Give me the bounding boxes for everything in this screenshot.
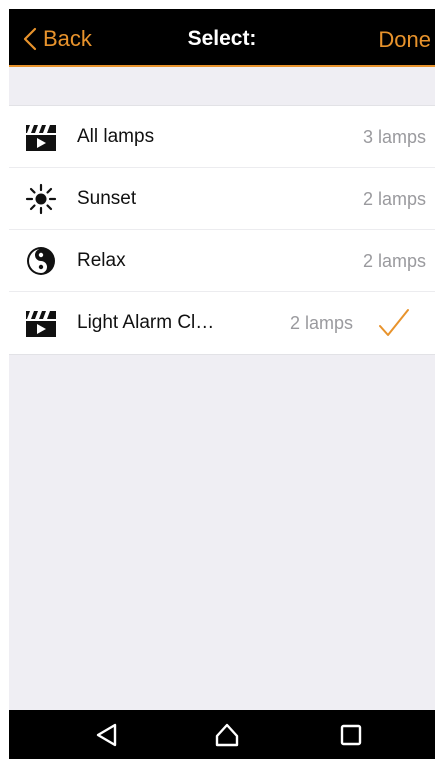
screen: Back Select: Done All lamps 3 lamps Suns… xyxy=(9,9,435,759)
clapperboard-icon xyxy=(25,307,57,339)
lamp-count: 3 lamps xyxy=(362,127,426,147)
done-button[interactable]: Done xyxy=(378,27,431,53)
system-navigation-bar xyxy=(9,710,435,759)
lamp-count: 2 lamps xyxy=(289,313,353,333)
scene-name: Light Alarm Cl… xyxy=(77,312,215,333)
scene-name: Relax xyxy=(77,250,126,271)
scene-row-sunset[interactable]: Sunset 2 lamps xyxy=(9,168,435,230)
lamp-count: 2 lamps xyxy=(362,251,426,271)
scene-row-light-alarm[interactable]: Light Alarm Cl… 2 lamps xyxy=(9,292,435,354)
scene-list: All lamps 3 lamps Sunset 2 lamps Relax 2… xyxy=(9,105,435,355)
scene-name: Sunset xyxy=(77,188,137,209)
checkmark-icon xyxy=(378,308,410,338)
sun-icon xyxy=(25,183,57,215)
scene-row-all-lamps[interactable]: All lamps 3 lamps xyxy=(9,106,435,168)
top-bar: Back Select: Done xyxy=(9,9,435,67)
back-triangle-icon[interactable] xyxy=(95,722,119,748)
scene-name: All lamps xyxy=(77,126,155,147)
scene-row-relax[interactable]: Relax 2 lamps xyxy=(9,230,435,292)
page-title: Select: xyxy=(187,27,257,50)
clapperboard-icon xyxy=(25,121,57,153)
yin-yang-icon xyxy=(25,245,57,277)
lamp-count: 2 lamps xyxy=(362,189,426,209)
home-icon[interactable] xyxy=(214,722,240,748)
recents-square-icon[interactable] xyxy=(339,722,363,748)
